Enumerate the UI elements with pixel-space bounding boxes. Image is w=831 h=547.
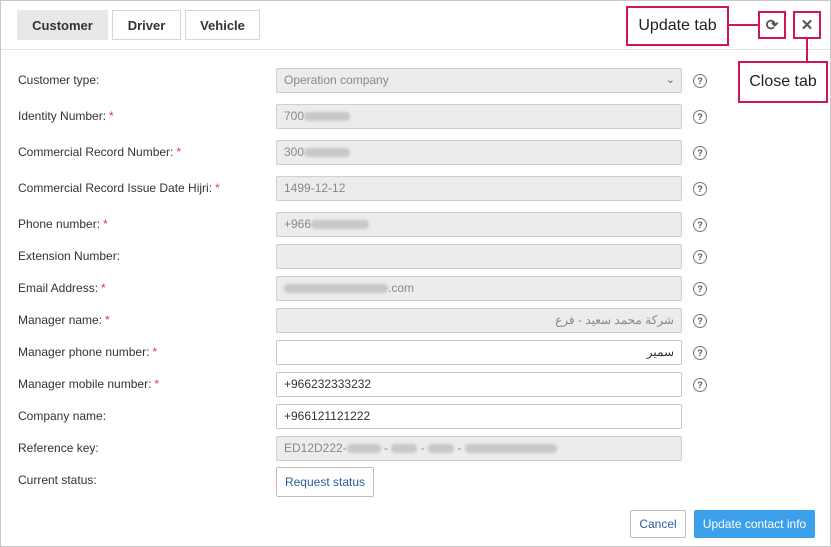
- close-tab-callout: Close tab: [738, 61, 828, 103]
- close-tab-button[interactable]: ✕: [793, 11, 821, 39]
- commercial-record-number-field[interactable]: 300: [276, 140, 682, 165]
- commercial-record-number-label: Commercial Record Number: *: [18, 145, 182, 159]
- commercial-record-date-field[interactable]: 1499-12-12: [276, 176, 682, 201]
- identity-number-label: Identity Number: *: [18, 109, 114, 123]
- customer-type-label: Customer type:: [18, 73, 100, 87]
- update-callout-connector: [728, 24, 758, 26]
- company-name-label: Company name:: [18, 409, 107, 423]
- manager-phone-field[interactable]: سمير: [276, 340, 682, 365]
- identity-number-field[interactable]: 700: [276, 104, 682, 129]
- help-icon[interactable]: ?: [693, 146, 707, 160]
- help-icon[interactable]: ?: [693, 218, 707, 232]
- reference-key-field: ED12D222- - - -: [276, 436, 682, 461]
- company-name-field[interactable]: +966121121222: [276, 404, 682, 429]
- help-icon[interactable]: ?: [693, 378, 707, 392]
- refresh-icon: ⟳: [765, 17, 779, 34]
- help-icon[interactable]: ?: [693, 282, 707, 296]
- phone-number-label: Phone number: *: [18, 217, 108, 231]
- refresh-tab-button[interactable]: ⟳: [758, 11, 786, 39]
- cancel-button[interactable]: Cancel: [630, 510, 686, 538]
- current-status-label: Current status:: [18, 473, 97, 487]
- help-icon[interactable]: ?: [693, 250, 707, 264]
- reference-key-label: Reference key:: [18, 441, 99, 455]
- phone-number-field[interactable]: +966: [276, 212, 682, 237]
- extension-number-label: Extension Number:: [18, 249, 121, 263]
- tab-vehicle[interactable]: Vehicle: [185, 10, 260, 40]
- email-address-label: Email Address: *: [18, 281, 106, 295]
- help-icon[interactable]: ?: [693, 74, 707, 88]
- manager-name-label: Manager name: *: [18, 313, 110, 327]
- manager-phone-label: Manager phone number: *: [18, 345, 158, 359]
- request-status-button[interactable]: Request status: [276, 467, 374, 497]
- help-icon[interactable]: ?: [693, 346, 707, 360]
- manager-mobile-field[interactable]: +966232333232: [276, 372, 682, 397]
- extension-number-field[interactable]: [276, 244, 682, 269]
- email-address-field[interactable]: .com: [276, 276, 682, 301]
- commercial-record-date-label: Commercial Record Issue Date Hijri: *: [18, 181, 220, 195]
- close-callout-connector: [806, 38, 808, 61]
- manager-mobile-label: Manager mobile number: *: [18, 377, 160, 391]
- tab-customer[interactable]: Customer: [17, 10, 108, 40]
- manager-name-field[interactable]: شركة محمد سعيد - فرع: [276, 308, 682, 333]
- customer-type-value: Operation company: [284, 73, 389, 87]
- help-icon[interactable]: ?: [693, 314, 707, 328]
- customer-dialog: Customer Driver Vehicle Update tab ⟳ ✕ C…: [0, 0, 831, 547]
- chevron-down-icon: ⌄: [665, 74, 675, 86]
- update-contact-info-button[interactable]: Update contact info: [694, 510, 815, 538]
- update-tab-callout: Update tab: [626, 6, 729, 46]
- help-icon[interactable]: ?: [693, 110, 707, 124]
- close-icon: ✕: [800, 17, 814, 34]
- customer-type-select[interactable]: Operation company ⌄: [276, 68, 682, 93]
- help-icon[interactable]: ?: [693, 182, 707, 196]
- tab-driver[interactable]: Driver: [112, 10, 181, 40]
